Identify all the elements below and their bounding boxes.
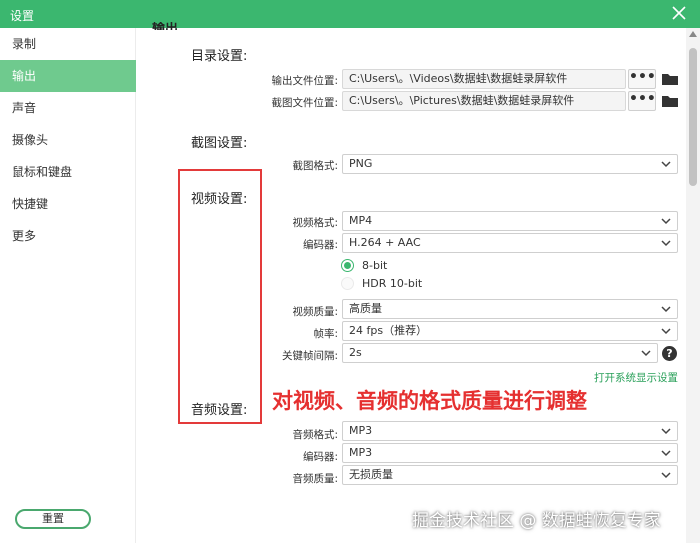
audio-quality-value: 无损质量 [349,468,393,481]
chevron-down-icon [661,450,671,457]
video-encoder-select[interactable]: H.264 + AAC [342,233,678,253]
bit-8-radio[interactable] [341,259,354,272]
browse-output-button[interactable]: ••• [628,69,656,89]
screenshot-format-select[interactable]: PNG [342,154,678,174]
hdr-10-bit-radio[interactable] [341,277,354,290]
sidebar-item-output[interactable]: 输出 [0,60,136,92]
window-title: 设置 [10,9,35,23]
directory-settings-title: 目录设置: [191,49,248,64]
hdr-10-bit-label: HDR 10-bit [362,277,423,290]
scrollbar-thumb[interactable] [689,48,697,186]
chevron-down-icon [661,240,671,247]
video-format-label: 视频格式: [292,217,338,229]
chevron-down-icon [661,472,671,479]
output-location-field[interactable]: C:\Users\。\Videos\数据蛙\数据蛙录屏软件 [342,69,626,89]
sidebar-item-more[interactable]: 更多 [0,220,136,252]
sidebar-item-hotkeys[interactable]: 快捷键 [0,188,136,220]
video-quality-value: 高质量 [349,302,382,315]
screenshot-format-label: 截图格式: [292,160,338,172]
keyframe-interval-label: 关键帧间隔: [281,350,338,362]
chevron-down-icon [641,350,651,357]
video-quality-select[interactable]: 高质量 [342,299,678,319]
screenshot-location-label: 截图文件位置: [271,97,338,109]
video-format-select[interactable]: MP4 [342,211,678,231]
chevron-down-icon [661,161,671,168]
watermark: 掘金技术社区 @ 数据蛙恢复专家 [412,511,661,531]
partial-section-header: 输出 [152,22,179,30]
close-icon[interactable] [670,4,688,22]
video-encoder-value: H.264 + AAC [349,236,421,249]
sidebar-item-record[interactable]: 录制 [0,28,136,60]
open-display-settings-link[interactable]: 打开系统显示设置 [594,370,678,385]
frame-rate-value: 24 fps（推荐） [349,324,428,337]
chevron-down-icon [661,328,671,335]
folder-icon[interactable] [661,72,679,86]
scroll-up-arrow-icon[interactable] [688,30,698,38]
folder-icon[interactable] [661,94,679,108]
video-encoder-label: 编码器: [302,239,338,251]
audio-format-value: MP3 [349,424,373,437]
screenshot-format-value: PNG [349,157,373,170]
audio-encoder-select[interactable]: MP3 [342,443,678,463]
video-format-value: MP4 [349,214,373,227]
browse-screenshot-button[interactable]: ••• [628,91,656,111]
audio-encoder-label: 编码器: [302,451,338,463]
sidebar-item-mouse-keyboard[interactable]: 鼠标和键盘 [0,156,136,188]
sidebar-item-sound[interactable]: 声音 [0,92,136,124]
chevron-down-icon [661,218,671,225]
output-location-label: 输出文件位置: [271,75,338,87]
video-quality-label: 视频质量: [292,306,338,318]
reset-button[interactable]: 重置 [15,509,91,529]
screenshot-location-field[interactable]: C:\Users\。\Pictures\数据蛙\数据蛙录屏软件 [342,91,626,111]
keyframe-interval-value: 2s [349,346,362,359]
title-bar: 设置 [0,0,700,28]
chevron-down-icon [661,428,671,435]
audio-encoder-value: MP3 [349,446,373,459]
frame-rate-select[interactable]: 24 fps（推荐） [342,321,678,341]
frame-rate-label: 帧率: [313,328,338,340]
audio-quality-select[interactable]: 无损质量 [342,465,678,485]
audio-format-select[interactable]: MP3 [342,421,678,441]
chevron-down-icon [661,306,671,313]
audio-format-label: 音频格式: [292,429,338,441]
help-icon[interactable]: ? [662,346,677,361]
bit-8-label: 8-bit [362,259,388,272]
annotation-text: 对视频、音频的格式质量进行调整 [272,389,587,413]
audio-quality-label: 音频质量: [292,473,338,485]
sidebar: 录制 输出 声音 摄像头 鼠标和键盘 快捷键 更多 [0,28,136,543]
highlight-box [178,169,262,424]
screenshot-settings-title: 截图设置: [191,136,248,151]
keyframe-interval-select[interactable]: 2s [342,343,658,363]
sidebar-item-camera[interactable]: 摄像头 [0,124,136,156]
